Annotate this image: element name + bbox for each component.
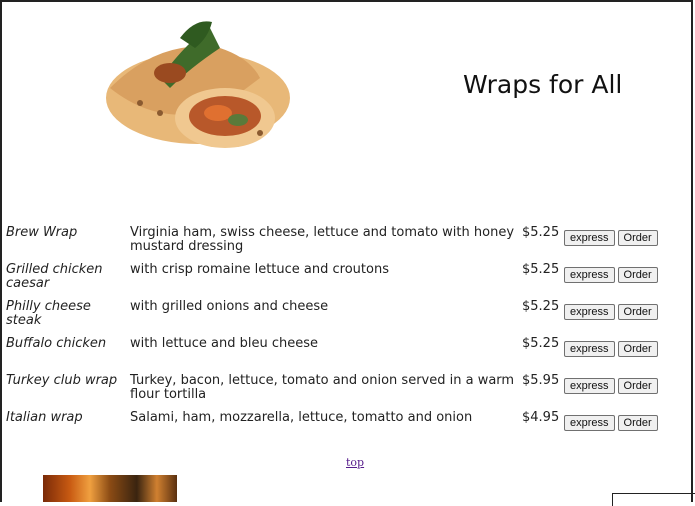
menu-item-name: Buffalo chicken (6, 336, 107, 351)
menu-row: Turkey club wrap Turkey, bacon, lettuce, … (6, 374, 661, 411)
order-button[interactable]: Order (617, 415, 658, 431)
menu-row: Grilled chicken caesar with crisp romaine… (6, 263, 661, 300)
menu-item-price: $5.95 (522, 373, 560, 388)
menu-row: Buffalo chicken with lettuce and bleu che… (6, 337, 661, 374)
menu-item-name: Turkey club wrap (6, 373, 118, 388)
express-button[interactable]: express (564, 267, 615, 283)
order-button[interactable]: Order (617, 230, 658, 246)
order-button[interactable]: Order (617, 341, 658, 357)
corner-box (612, 493, 695, 506)
express-button[interactable]: express (564, 230, 615, 246)
menu-item-actions: express Order (564, 226, 661, 263)
menu-item-price: $5.25 (522, 225, 560, 240)
express-button[interactable]: express (564, 304, 615, 320)
order-button[interactable]: Order (617, 378, 658, 394)
menu-table: Brew Wrap Virginia ham, swiss cheese, let… (6, 226, 661, 448)
menu-item-price: $5.25 (522, 262, 560, 277)
express-button[interactable]: express (564, 341, 615, 357)
menu-item-description: Virginia ham, swiss cheese, lettuce and … (130, 225, 515, 254)
wrap-hero-image (106, 21, 290, 148)
menu-item-description: Turkey, bacon, lettuce, tomato and onion… (130, 373, 515, 402)
menu-item-price: $4.95 (522, 410, 560, 425)
menu-row: Philly cheese steak with grilled onions a… (6, 300, 661, 337)
menu-item-price: $5.25 (522, 336, 560, 351)
order-button[interactable]: Order (617, 267, 658, 283)
food-thumbnail-image (43, 475, 177, 502)
menu-item-name: Brew Wrap (6, 225, 78, 240)
menu-item-actions: express Order (564, 263, 661, 300)
top-link[interactable]: top (346, 456, 364, 469)
order-button[interactable]: Order (617, 304, 658, 320)
menu-item-description: with crisp romaine lettuce and croutons (130, 262, 389, 277)
menu-item-description: with grilled onions and cheese (130, 299, 329, 314)
express-button[interactable]: express (564, 378, 615, 394)
menu-item-description: Salami, ham, mozzarella, lettuce, tomatt… (130, 410, 473, 425)
menu-item-actions: express Order (564, 411, 661, 448)
menu-item-description: with lettuce and bleu cheese (130, 336, 319, 351)
menu-item-name: Philly cheese steak (6, 299, 91, 328)
menu-row: Italian wrap Salami, ham, mozzarella, let… (6, 411, 661, 448)
menu-item-actions: express Order (564, 337, 661, 374)
menu-item-name: Italian wrap (6, 410, 83, 425)
menu-row: Brew Wrap Virginia ham, swiss cheese, let… (6, 226, 661, 263)
menu-item-price: $5.25 (522, 299, 560, 314)
express-button[interactable]: express (564, 415, 615, 431)
menu-item-actions: express Order (564, 374, 661, 411)
site-title: Wraps for All (463, 70, 623, 99)
menu-item-actions: express Order (564, 300, 661, 337)
menu-item-name: Grilled chicken caesar (6, 262, 103, 291)
